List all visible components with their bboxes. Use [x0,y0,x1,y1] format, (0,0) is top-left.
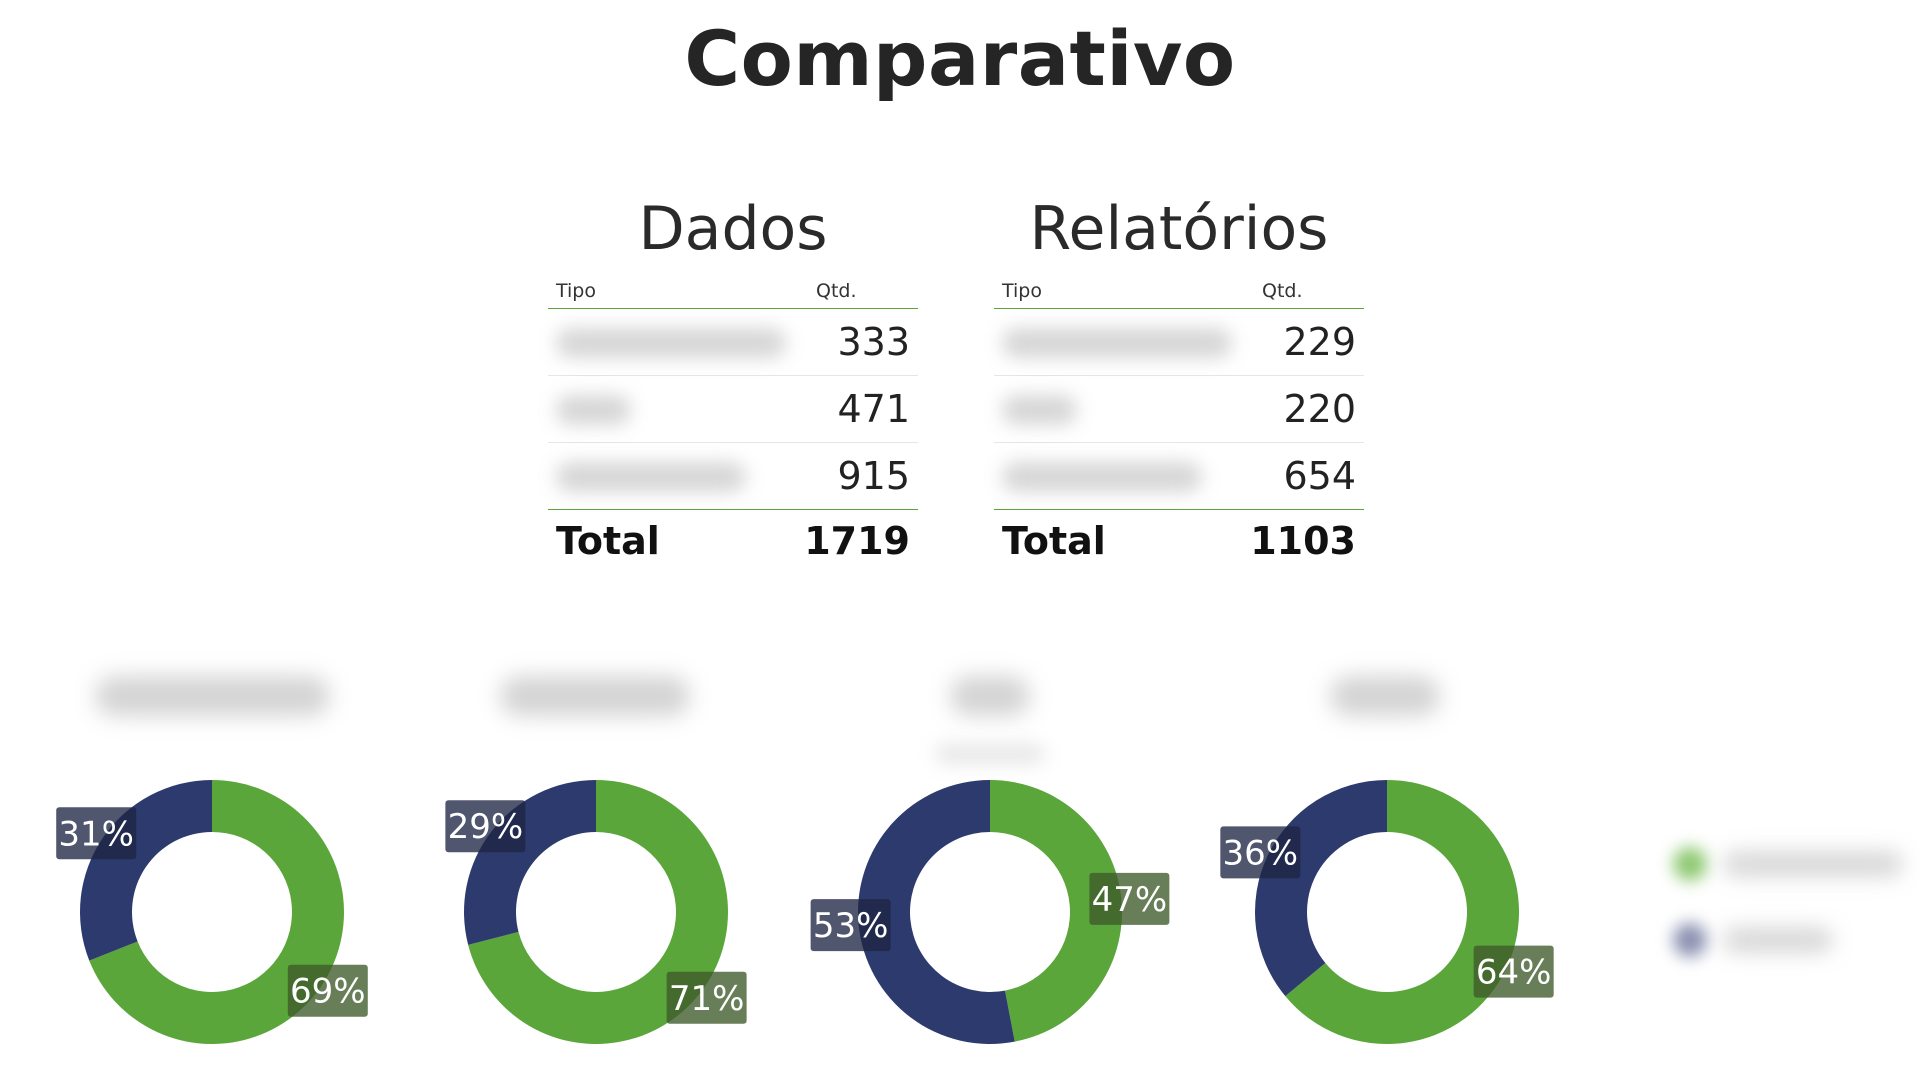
donut-data-label: 64% [1473,945,1554,998]
cell-tipo-redacted [548,456,798,496]
column-header-tipo: Tipo [556,280,596,302]
donut-label-text: 47% [1092,880,1168,920]
donut-title-redacted [950,676,1030,716]
table-header: Tipo Qtd. [994,268,1364,309]
cell-qtd: 915 [837,454,910,498]
donut-slice [79,780,212,961]
donut-title-redacted [95,676,330,716]
table-row: 915 [548,443,918,510]
cell-tipo-redacted [994,322,1244,362]
table-header: Tipo Qtd. [548,268,918,309]
donut-charts: 69% 31% 71% 29% 47% 53% 64% 36% [56,780,1554,1044]
legend-label-redacted [1723,851,1903,877]
total-value: 1719 [804,519,910,563]
donut-label-text: 31% [58,814,134,854]
table-row: 471 [548,376,918,443]
table-row: 229 [994,309,1364,376]
column-header-qtd: Qtd. [1262,280,1303,302]
column-header-qtd: Qtd. [816,280,857,302]
donut-data-label: 53% [810,899,891,952]
donut-label-text: 29% [448,807,524,847]
table-total-row: Total 1719 [548,510,918,572]
table-title: Relatórios [1029,194,1329,264]
cell-qtd: 220 [1283,387,1356,431]
cell-qtd: 471 [837,387,910,431]
cell-tipo-redacted [548,322,798,362]
table-row: 333 [548,309,918,376]
donut-data-label: 71% [666,971,747,1024]
cell-qtd: 333 [837,320,910,364]
cell-tipo-redacted [548,389,798,429]
table-row: 220 [994,376,1364,443]
donut-slice [1255,780,1387,997]
donut-data-label: 47% [1089,872,1170,925]
donut-data-label: 36% [1220,826,1301,879]
donut-data-label: 69% [287,964,368,1017]
legend-swatch-green [1673,847,1707,881]
donut-label-text: 53% [813,906,889,946]
table-title: Dados [638,194,828,264]
total-label: Total [556,519,660,563]
donut-label-text: 69% [290,972,366,1012]
total-value: 1103 [1250,519,1356,563]
cell-qtd: 229 [1283,320,1356,364]
donut-title-redacted [500,676,690,716]
total-label: Total [1002,519,1106,563]
donut-title-redacted [1330,676,1440,716]
donut-data-label: 29% [445,800,526,853]
table-total-row: Total 1103 [994,510,1364,572]
donut-label-text: 71% [669,979,745,1019]
page-title: Comparativo [684,14,1236,103]
table-relatorios: Relatórios Tipo Qtd. 229 220 654 Total 1… [994,190,1364,572]
legend-label-redacted [1723,927,1833,953]
cell-qtd: 654 [1283,454,1356,498]
donut-data-label: 31% [56,807,137,860]
legend-swatch-navy [1673,923,1707,957]
donut-label-text: 64% [1476,953,1552,993]
table-dados: Dados Tipo Qtd. 333 471 915 Total 1719 [548,190,918,572]
cell-tipo-redacted [994,389,1244,429]
table-row: 654 [994,443,1364,510]
column-header-tipo: Tipo [1002,280,1042,302]
chart-legend-redacted [1665,835,1920,975]
donut-label-text: 36% [1223,833,1299,873]
cell-tipo-redacted [994,456,1244,496]
